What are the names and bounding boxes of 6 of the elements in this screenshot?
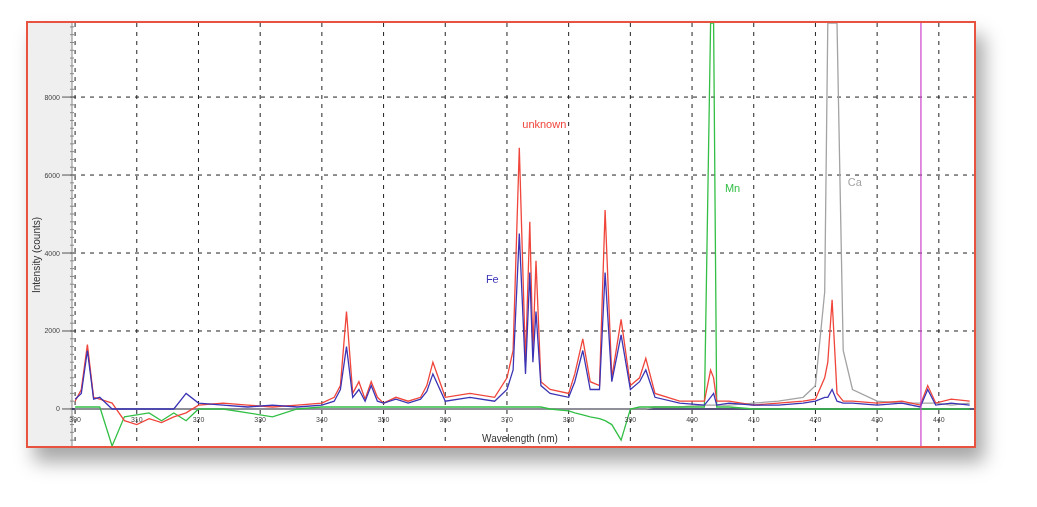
- axis-title: Intensity (counts): [31, 216, 42, 294]
- series-label: unknown: [522, 117, 567, 130]
- series-label: Mn: [724, 182, 741, 194]
- series-label: Fe: [485, 272, 499, 285]
- series-label: Ca: [847, 176, 862, 188]
- axis-title: Wavelength (nm): [482, 433, 558, 444]
